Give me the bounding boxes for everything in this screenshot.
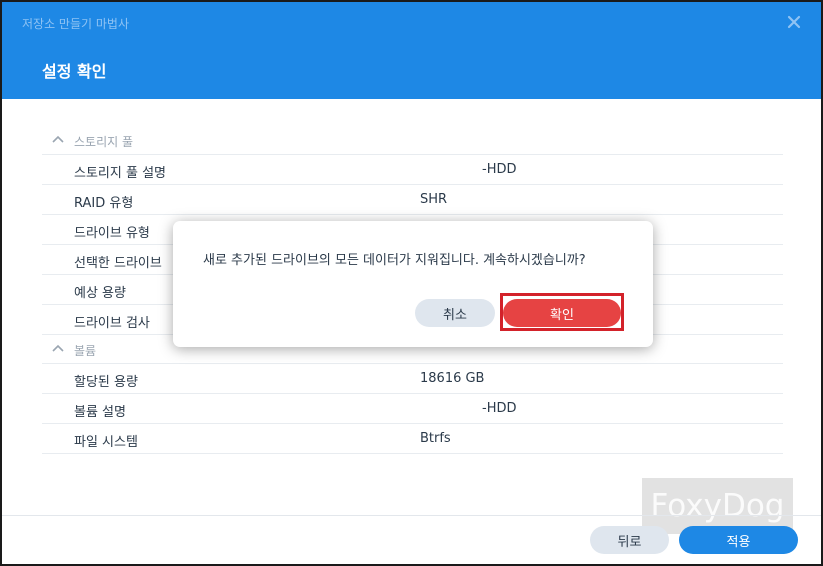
table-row: RAID 유형 SHR bbox=[42, 185, 783, 215]
chevron-up-icon bbox=[52, 344, 64, 352]
chevron-up-icon bbox=[52, 135, 64, 143]
section-storage-pool[interactable]: 스토리지 풀 bbox=[42, 126, 783, 155]
table-row: 할당된 용량 18616 GB bbox=[42, 364, 783, 394]
dialog-message: 새로 추가된 드라이브의 모든 데이터가 지워집니다. 계속하시겠습니까? bbox=[203, 253, 586, 268]
close-icon bbox=[787, 15, 801, 29]
close-button[interactable] bbox=[784, 12, 804, 32]
wizard-header: 저장소 만들기 마법사 설정 확인 bbox=[2, 2, 821, 99]
table-row: 볼륨 설명 -HDD bbox=[42, 394, 783, 424]
confirm-button[interactable]: 확인 bbox=[503, 299, 621, 327]
apply-button[interactable]: 적용 bbox=[679, 526, 798, 554]
page-title: 설정 확인 bbox=[42, 62, 107, 81]
confirm-dialog: 새로 추가된 드라이브의 모든 데이터가 지워집니다. 계속하시겠습니까? 취소… bbox=[173, 221, 653, 347]
row-key: 볼륨 설명 bbox=[74, 405, 126, 420]
window-title: 저장소 만들기 마법사 bbox=[22, 17, 129, 31]
cancel-button[interactable]: 취소 bbox=[415, 299, 495, 327]
row-key: RAID 유형 bbox=[74, 196, 134, 211]
back-button[interactable]: 뒤로 bbox=[590, 526, 669, 554]
row-key: 드라이브 검사 bbox=[74, 316, 150, 331]
row-value: -HDD bbox=[482, 401, 517, 416]
table-row: 스토리지 풀 설명 -HDD bbox=[42, 155, 783, 185]
row-key: 드라이브 유형 bbox=[74, 226, 150, 241]
row-key: 예상 용량 bbox=[74, 286, 126, 301]
row-key: 선택한 드라이브 bbox=[74, 256, 162, 271]
row-key: 파일 시스템 bbox=[74, 435, 138, 450]
wizard-window: 저장소 만들기 마법사 설정 확인 스토리지 풀 스토리지 풀 설명 -HDD … bbox=[0, 0, 823, 566]
section-label: 볼륨 bbox=[74, 344, 97, 358]
table-row: 파일 시스템 Btrfs bbox=[42, 424, 783, 454]
row-value: SHR bbox=[420, 192, 448, 207]
row-key: 스토리지 풀 설명 bbox=[74, 166, 166, 181]
row-value: -HDD bbox=[482, 162, 517, 177]
footer-divider bbox=[2, 515, 821, 516]
section-label: 스토리지 풀 bbox=[74, 135, 134, 149]
row-key: 할당된 용량 bbox=[74, 375, 138, 390]
row-value: 18616 GB bbox=[420, 371, 485, 386]
row-value: Btrfs bbox=[420, 431, 451, 446]
